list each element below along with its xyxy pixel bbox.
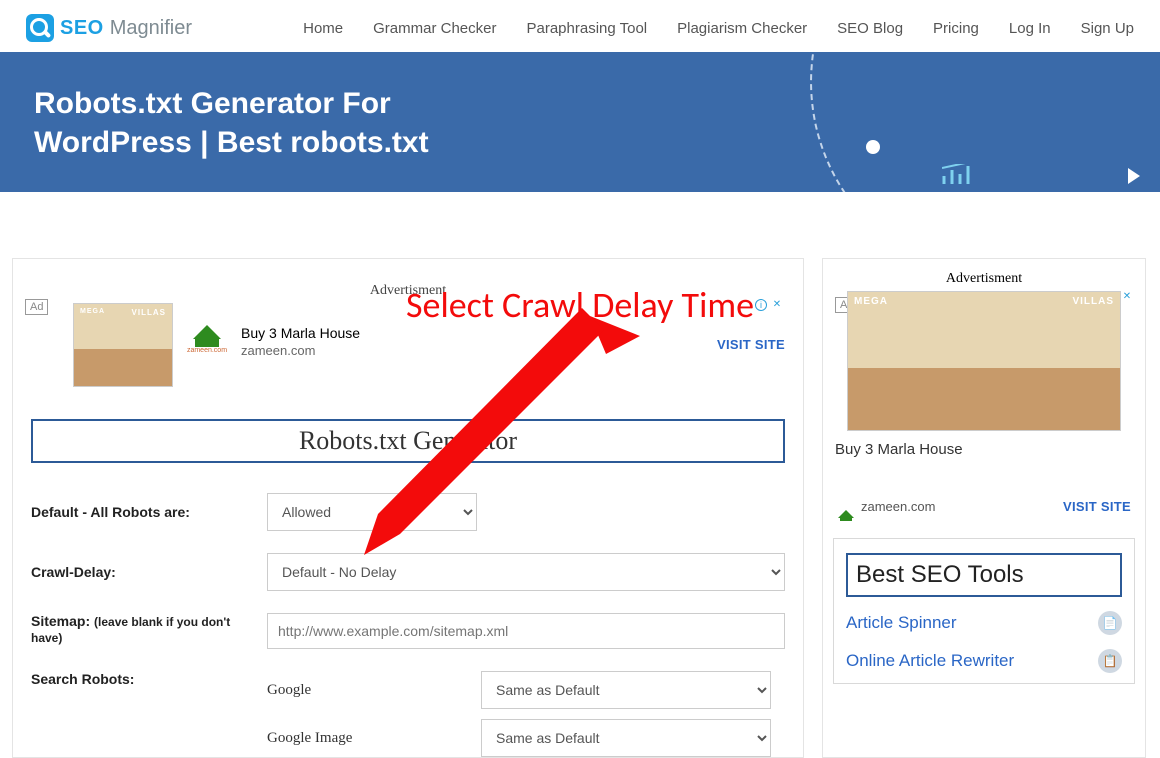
main-panel: Advertisment Ad i ✕ MEGAVILLAS zameen.co…	[12, 258, 804, 758]
nav-grammar-checker[interactable]: Grammar Checker	[373, 20, 496, 37]
tool-title-box: Robots.txt Generator	[31, 419, 785, 463]
sidebar-ad-heading: Advertisment	[833, 271, 1135, 287]
nav-pricing[interactable]: Pricing	[933, 20, 979, 37]
hero-chart-icon	[942, 164, 972, 186]
annotation-text: Select Crawl Delay Time	[406, 283, 754, 327]
nav-seo-blog[interactable]: SEO Blog	[837, 20, 903, 37]
clipboard-icon: 📋	[1098, 649, 1122, 673]
ad-image: MEGAVILLAS	[73, 303, 173, 387]
page-title: Robots.txt Generator For WordPress | Bes…	[34, 84, 554, 162]
sidebar-ad-title: Buy 3 Marla House	[835, 441, 1135, 458]
hero-play-icon	[1128, 168, 1140, 184]
zameen-logo-icon: zameen.com	[185, 325, 229, 359]
tool-link-article-spinner[interactable]: Article Spinner	[846, 613, 957, 633]
nav-paraphrasing-tool[interactable]: Paraphrasing Tool	[526, 20, 647, 37]
ad-badge: Ad	[25, 299, 48, 315]
top-nav: SEO Magnifier Home Grammar Checker Paraph…	[0, 0, 1160, 52]
robot-google-select[interactable]: Same as Default	[481, 671, 771, 709]
logo-text-2: Magnifier	[110, 17, 192, 40]
logo[interactable]: SEO Magnifier	[26, 14, 192, 42]
robot-name: Google	[267, 682, 467, 699]
robot-row: Google Image Same as Default	[267, 719, 785, 757]
tool-list-item: Online Article Rewriter 📋	[846, 649, 1122, 673]
sidebar-ad[interactable]: i ✕ Ad MEGAVILLAS Buy 3 Marla House zame…	[833, 291, 1135, 524]
search-robots-label: Search Robots:	[31, 671, 249, 687]
hero-dot-icon	[866, 140, 880, 154]
zameen-logo-icon	[837, 510, 855, 524]
ad-visit-site-button[interactable]: VISIT SITE	[717, 337, 785, 352]
robot-row: Google Same as Default	[267, 671, 785, 709]
nav-login[interactable]: Log In	[1009, 20, 1051, 37]
crawl-delay-select[interactable]: Default - No Delay	[267, 553, 785, 591]
crawl-delay-label: Crawl-Delay:	[31, 564, 249, 580]
ad-title: Buy 3 Marla House	[241, 325, 705, 341]
sidebar: Advertisment i ✕ Ad MEGAVILLAS Buy 3 Mar…	[822, 258, 1146, 758]
sidebar-ad-source: zameen.com	[861, 499, 935, 514]
default-robots-select[interactable]: Allowed	[267, 493, 477, 531]
ad-close-icon[interactable]: ✕	[1121, 291, 1133, 303]
document-icon: 📄	[1098, 611, 1122, 635]
ad-close-icon[interactable]: ✕	[771, 299, 783, 311]
sidebar-ad-image: MEGAVILLAS	[847, 291, 1121, 431]
hero-circle-decoration	[810, 52, 1160, 192]
nav-links: Home Grammar Checker Paraphrasing Tool P…	[303, 20, 1134, 37]
logo-text-1: SEO	[60, 17, 104, 40]
tool-title: Robots.txt Generator	[299, 426, 517, 456]
tool-list-item: Article Spinner 📄	[846, 611, 1122, 635]
default-robots-label: Default - All Robots are:	[31, 504, 249, 520]
ad-source: zameen.com	[241, 343, 705, 358]
tool-link-article-rewriter[interactable]: Online Article Rewriter	[846, 651, 1014, 671]
ad-info-icon[interactable]: i	[755, 299, 767, 311]
robot-name: Google Image	[267, 730, 467, 747]
sitemap-label: Sitemap: (leave blank if you don't have)	[31, 613, 249, 645]
nav-home[interactable]: Home	[303, 20, 343, 37]
robot-google-image-select[interactable]: Same as Default	[481, 719, 771, 757]
nav-signup[interactable]: Sign Up	[1081, 20, 1134, 37]
best-seo-tools-heading: Best SEO Tools	[846, 553, 1122, 597]
nav-plagiarism-checker[interactable]: Plagiarism Checker	[677, 20, 807, 37]
sidebar-visit-site-button[interactable]: VISIT SITE	[1063, 499, 1131, 514]
sitemap-input[interactable]	[267, 613, 785, 649]
hero-banner: Robots.txt Generator For WordPress | Bes…	[0, 52, 1160, 192]
best-seo-tools-card: Best SEO Tools Article Spinner 📄 Online …	[833, 538, 1135, 684]
logo-icon	[26, 14, 54, 42]
